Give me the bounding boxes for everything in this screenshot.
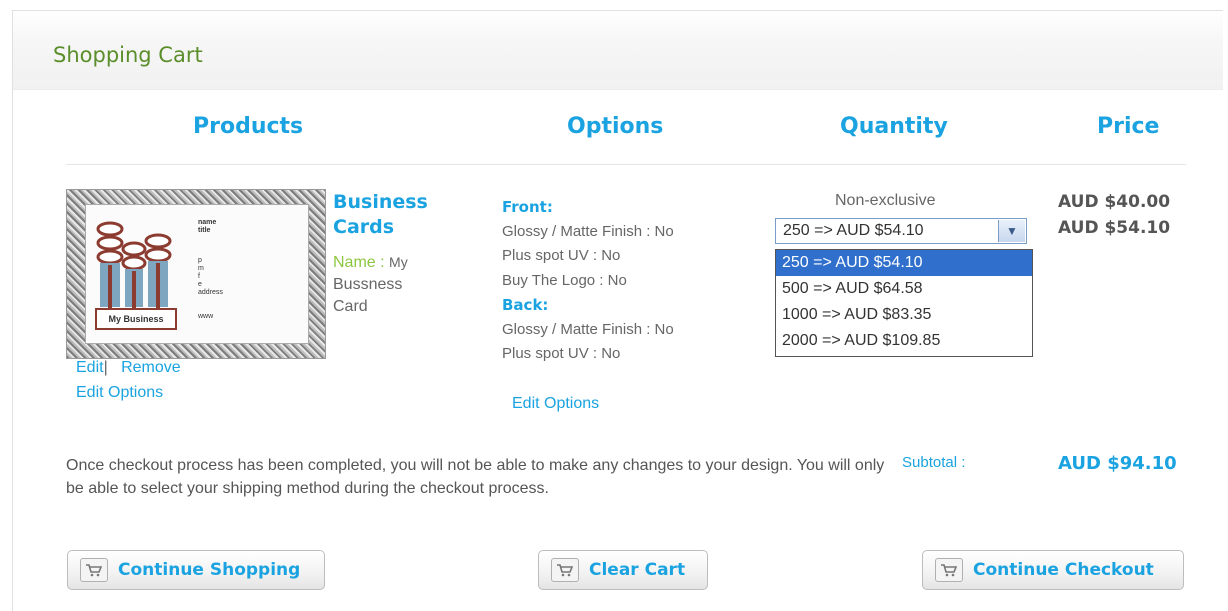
quantity-dropdown: 250 => AUD $54.10 500 => AUD $64.58 1000…: [775, 249, 1033, 357]
quantity-option[interactable]: 500 => AUD $64.58: [776, 276, 1032, 302]
thumbnail-name: name: [198, 219, 217, 226]
thumbnail-title: title: [198, 227, 211, 234]
thumbnail-f: f: [198, 273, 200, 280]
name-value-3: Card: [333, 298, 368, 315]
product-meta: Name : My Bussness Card: [333, 251, 443, 318]
thumbnail-e: e: [198, 281, 202, 288]
continue-checkout-label: Continue Checkout: [973, 560, 1154, 580]
column-header-products: Products: [193, 114, 304, 139]
quantity-selected-value: 250 => AUD $54.10: [783, 222, 924, 239]
name-value-2: Bussness: [333, 276, 403, 293]
subtotal-label: Subtotal :: [902, 454, 966, 471]
clear-cart-label: Clear Cart: [589, 560, 686, 580]
column-header-options: Options: [567, 114, 664, 139]
front-option: Buy The Logo : No: [502, 271, 627, 289]
quantity-option[interactable]: 2000 => AUD $109.85: [776, 328, 1032, 354]
thumbnail-business-label: My Business: [95, 308, 177, 330]
back-option: Plus spot UV : No: [502, 345, 621, 362]
business-card-preview: My Business name title p m f e address w…: [85, 204, 309, 344]
clear-cart-button[interactable]: Clear Cart: [538, 550, 708, 590]
product-name-line2: Cards: [333, 216, 395, 238]
chevron-down-icon[interactable]: ▼: [998, 220, 1025, 242]
continue-shopping-button[interactable]: Continue Shopping: [67, 550, 325, 590]
front-label: Front:: [502, 198, 553, 216]
price-base: AUD $40.00: [1058, 192, 1171, 212]
thumbnail-m: m: [198, 265, 204, 272]
remove-link[interactable]: Remove: [121, 359, 181, 376]
price-quantity: AUD $54.10: [1058, 218, 1171, 238]
license-type: Non-exclusive: [835, 192, 936, 209]
action-separator: |: [103, 359, 108, 376]
quantity-option[interactable]: 250 => AUD $54.10: [776, 250, 1032, 276]
name-label: Name :: [333, 254, 385, 271]
quantity-select[interactable]: 250 => AUD $54.10 ▼: [775, 218, 1027, 244]
page-title: Shopping Cart: [53, 43, 203, 67]
continue-checkout-button[interactable]: Continue Checkout: [922, 550, 1184, 590]
header-divider: [66, 164, 1186, 165]
column-header-quantity: Quantity: [840, 114, 948, 139]
front-option: Glossy / Matte Finish : No: [502, 222, 674, 240]
name-value-1: My: [389, 254, 408, 270]
product-edit-options-link[interactable]: Edit Options: [76, 384, 163, 402]
thumbnail-www: www: [198, 313, 214, 320]
panel-header: Shopping Cart: [13, 11, 1223, 90]
product-name[interactable]: Business Cards: [333, 190, 453, 240]
thumbnail-address: address: [198, 289, 223, 296]
back-label: Back:: [502, 296, 549, 314]
cart-icon: [935, 558, 963, 582]
edit-link[interactable]: Edit: [76, 359, 104, 376]
checkout-note: Once checkout process has been completed…: [66, 457, 885, 497]
cart-icon: [80, 558, 108, 582]
product-actions: Edit| Remove: [76, 359, 181, 377]
cart-icon: [551, 558, 579, 582]
product-thumbnail[interactable]: My Business name title p m f e address w…: [66, 189, 326, 359]
front-option: Plus spot UV : No: [502, 247, 621, 264]
options-edit-link[interactable]: Edit Options: [512, 395, 599, 413]
column-header-price: Price: [1097, 114, 1160, 139]
quantity-option[interactable]: 1000 => AUD $83.35: [776, 302, 1032, 328]
back-option: Glossy / Matte Finish : No: [502, 320, 674, 338]
product-name-line1: Business: [333, 191, 428, 213]
options-list: Front: Glossy / Matte Finish : No Plus s…: [502, 195, 674, 367]
continue-shopping-label: Continue Shopping: [118, 560, 301, 580]
subtotal-value: AUD $94.10: [1058, 453, 1177, 474]
thumbnail-p: p: [198, 257, 202, 264]
